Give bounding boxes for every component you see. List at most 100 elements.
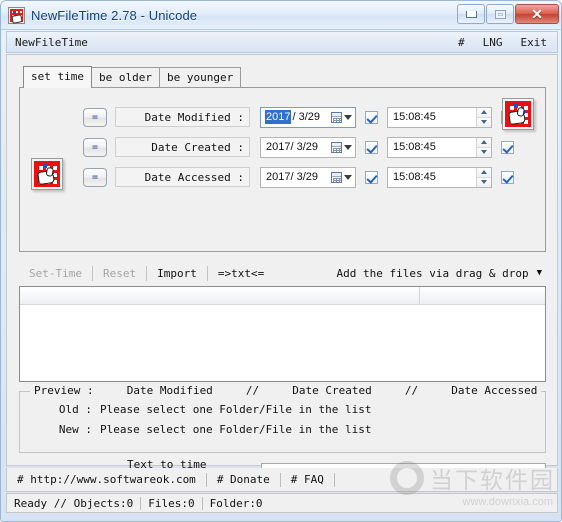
status-folder: Folder:0 <box>209 496 263 510</box>
status-bar: Ready // Objects:0 Files:0 Folder:0 <box>6 493 558 513</box>
arrow-down-icon <box>481 180 487 184</box>
set-time-button[interactable]: Set-Time <box>19 265 92 282</box>
close-icon: ✕ <box>531 6 543 22</box>
maximize-button[interactable] <box>486 4 514 24</box>
date-modified-date-checkbox[interactable] <box>365 110 378 124</box>
date-accessed-time-checkbox[interactable] <box>501 170 514 184</box>
link-faq[interactable]: # FAQ <box>281 473 334 486</box>
date-created-time-value: 15:08:45 <box>393 141 436 153</box>
date-created-time-input[interactable]: 15:08:45 <box>387 136 492 158</box>
drag-drop-dropdown[interactable]: Add the files via drag & drop ▼ <box>337 267 546 280</box>
file-list-header <box>20 287 545 305</box>
date-created-equals-button[interactable]: = <box>83 137 107 157</box>
hand-cursor-icon <box>37 169 55 186</box>
date-modified-time-spinner[interactable] <box>476 107 491 127</box>
tab-be-older[interactable]: be older <box>90 67 160 88</box>
preview-legend: Preview : Date Modified // Date Created … <box>30 384 542 397</box>
title-bar: NewFileTime 2.78 - Unicode ✕ <box>1 1 561 30</box>
arrow-up-icon <box>481 170 487 174</box>
file-list[interactable] <box>19 286 546 382</box>
calendar-picker-bottom-button[interactable] <box>31 158 63 190</box>
import-button[interactable]: Import <box>147 265 207 282</box>
menu-item-hash[interactable]: # <box>458 36 465 49</box>
date-modified-row: = Date Modified : 2017 / 3/29 15:08:45 <box>20 102 547 132</box>
file-list-column-name[interactable] <box>20 287 420 304</box>
link-donate[interactable]: # Donate <box>207 473 280 486</box>
preview-new-row: New : Please select one Folder/File in t… <box>20 423 545 436</box>
preview-new-label: New : <box>58 423 92 436</box>
footer-links: # http://www.softwareok.com # Donate # F… <box>6 468 558 492</box>
app-icon <box>8 6 25 24</box>
close-button[interactable]: ✕ <box>515 4 559 24</box>
reset-button[interactable]: Reset <box>93 265 146 282</box>
calendar-icon <box>331 171 342 183</box>
spinner-up-button[interactable] <box>477 137 491 148</box>
date-created-label: Date Created : <box>115 137 250 157</box>
tab-strip: set time be older be younger <box>23 66 242 88</box>
calendar-icon <box>331 111 342 123</box>
chevron-down-icon <box>344 144 352 150</box>
date-modified-input[interactable]: 2017 / 3/29 <box>260 106 356 128</box>
tab-set-time[interactable]: set time <box>23 66 92 88</box>
date-created-input[interactable]: 2017/ 3/29 <box>260 136 356 158</box>
arrow-down-icon <box>481 120 487 124</box>
date-accessed-time-spinner[interactable] <box>476 167 491 187</box>
status-files: Files:0 <box>148 496 195 510</box>
preview-group: Preview : Date Modified // Date Created … <box>19 384 546 453</box>
date-modified-label: Date Modified : <box>115 107 250 127</box>
link-website[interactable]: # http://www.softwareok.com <box>7 473 206 486</box>
drag-drop-label: Add the files via drag & drop <box>336 266 529 280</box>
date-accessed-input[interactable]: 2017/ 3/29 <box>260 166 356 188</box>
menu-item-newfiletime[interactable]: NewFileTime <box>15 36 88 49</box>
chevron-down-icon: ▼ <box>536 268 542 278</box>
minimize-button[interactable] <box>457 4 485 24</box>
menu-item-lng[interactable]: LNG <box>483 36 503 49</box>
preview-new-value: Please select one Folder/File in the lis… <box>100 423 372 436</box>
spinner-down-button[interactable] <box>477 147 491 157</box>
window-controls: ✕ <box>457 4 559 24</box>
preview-old-value: Please select one Folder/File in the lis… <box>100 403 372 416</box>
date-created-calendar-dropdown[interactable] <box>331 141 355 153</box>
date-created-date-value: 2017/ 3/29 <box>266 141 318 153</box>
minimize-icon <box>465 10 477 18</box>
date-modified-equals-button[interactable]: = <box>83 107 107 127</box>
export-txt-button[interactable]: =>txt<= <box>208 265 274 282</box>
spinner-up-button[interactable] <box>477 167 491 178</box>
date-accessed-time-input[interactable]: 15:08:45 <box>387 166 492 188</box>
file-list-column-date[interactable] <box>420 287 545 304</box>
preview-old-row: Old : Please select one Folder/File in t… <box>20 403 545 416</box>
date-modified-time-value: 15:08:45 <box>393 111 436 123</box>
date-modified-year-selected: 2017 <box>265 110 292 124</box>
date-modified-time-input[interactable]: 15:08:45 <box>387 106 492 128</box>
date-created-row: = Date Created : 2017/ 3/29 15:08:45 <box>20 132 547 162</box>
maximize-icon <box>494 9 506 19</box>
date-accessed-calendar-dropdown[interactable] <box>331 171 355 183</box>
action-toolbar: Set-Time Reset Import =>txt<= Add the fi… <box>19 261 546 285</box>
tab-be-younger[interactable]: be younger <box>158 67 242 88</box>
spinner-down-button[interactable] <box>477 177 491 187</box>
arrow-up-icon <box>481 140 487 144</box>
date-accessed-date-checkbox[interactable] <box>365 170 378 184</box>
calendar-icon <box>331 141 342 153</box>
status-ready: Ready // Objects:0 <box>14 496 134 510</box>
date-created-time-checkbox[interactable] <box>501 140 514 154</box>
window-title: NewFileTime 2.78 - Unicode <box>31 7 198 23</box>
date-created-date-checkbox[interactable] <box>365 140 378 154</box>
spinner-down-button[interactable] <box>477 117 491 127</box>
arrow-up-icon <box>481 110 487 114</box>
date-created-time-spinner[interactable] <box>476 137 491 157</box>
footer-separator <box>333 472 335 487</box>
date-accessed-equals-button[interactable]: = <box>83 167 107 187</box>
date-accessed-row: = Date Accessed : 2017/ 3/29 15:08:45 <box>20 162 547 192</box>
date-modified-calendar-dropdown[interactable] <box>331 111 355 123</box>
application-window: NewFileTime 2.78 - Unicode ✕ NewFileTime… <box>0 0 562 522</box>
arrow-down-icon <box>481 150 487 154</box>
chevron-down-icon <box>344 174 352 180</box>
set-time-panel: = Date Modified : 2017 / 3/29 15:08:45 =… <box>19 87 546 252</box>
menu-bar: NewFileTime # LNG Exit <box>6 31 558 53</box>
menu-item-exit[interactable]: Exit <box>521 36 548 49</box>
hand-cursor-icon <box>508 109 526 126</box>
spinner-up-button[interactable] <box>477 107 491 118</box>
calendar-picker-top-button[interactable] <box>502 98 534 130</box>
preview-old-label: Old : <box>58 403 92 416</box>
